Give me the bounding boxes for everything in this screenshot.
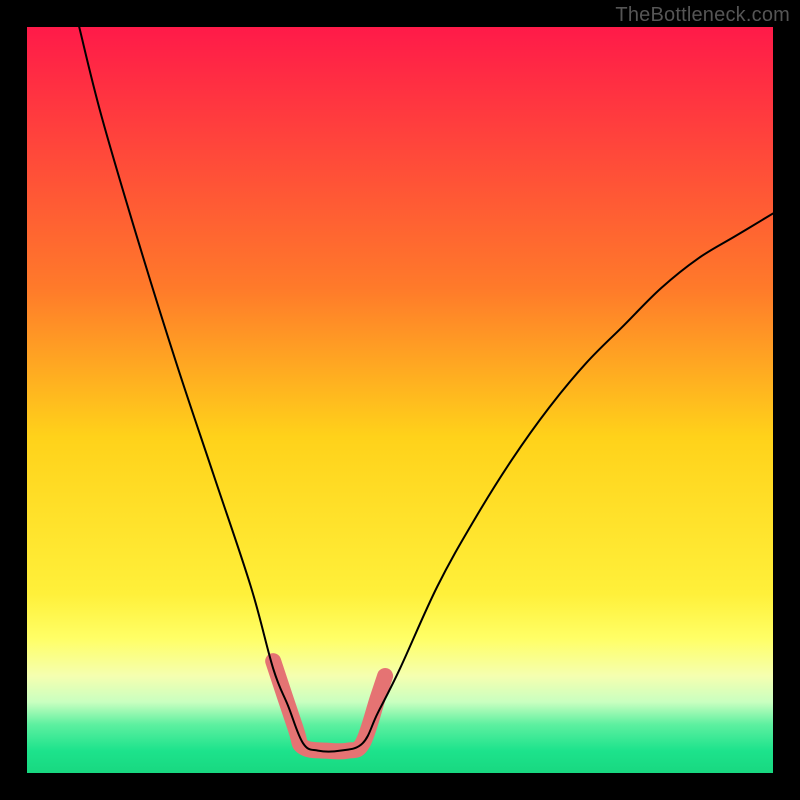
chart-background: [27, 27, 773, 773]
chart-svg: [27, 27, 773, 773]
chart-plot-area: [27, 27, 773, 773]
watermark-text: TheBottleneck.com: [615, 4, 790, 27]
chart-frame: TheBottleneck.com: [0, 0, 800, 800]
